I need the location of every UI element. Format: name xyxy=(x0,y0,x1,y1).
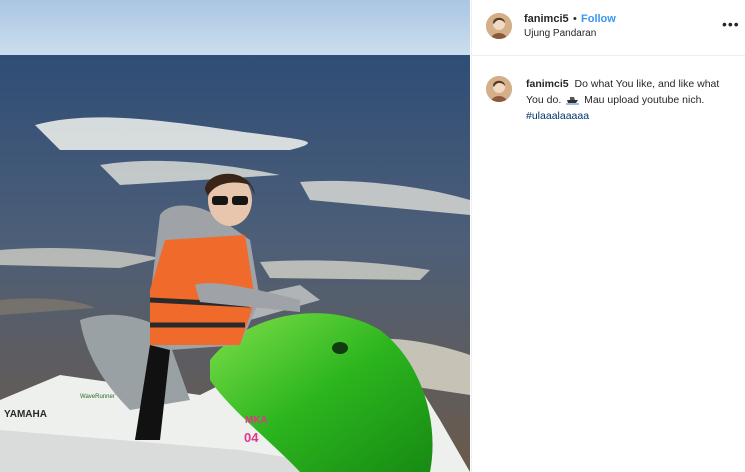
speedboat-emoji-icon xyxy=(566,97,580,105)
caption-username[interactable]: fanimci5 xyxy=(526,78,569,90)
caption-body-end: Mau upload youtube nich. xyxy=(584,94,705,106)
post-header: fanimci5 • Follow Ujung Pandaran ••• xyxy=(472,0,745,56)
more-options-icon[interactable]: ••• xyxy=(722,16,740,32)
jetski-photo-illustration: YAMAHA WaveRunner MKA 04 xyxy=(0,0,470,472)
separator-dot: • xyxy=(573,13,577,25)
jetski-number-bottom: 04 xyxy=(244,430,259,445)
avatar[interactable] xyxy=(486,13,512,39)
jetski-brand-text: YAMAHA xyxy=(4,409,47,420)
jetski-model-text: WaveRunner xyxy=(80,394,115,400)
post-username[interactable]: fanimci5 xyxy=(524,13,569,25)
avatar-image-icon xyxy=(486,13,512,39)
hashtag-link[interactable]: #ulaaalaaaaa xyxy=(526,110,589,122)
follow-button[interactable]: Follow xyxy=(581,13,616,25)
caption-avatar[interactable] xyxy=(486,76,512,102)
post-side-panel: fanimci5 • Follow Ujung Pandaran ••• fan… xyxy=(471,0,745,472)
caption-text: fanimci5 Do what You like, and like what… xyxy=(526,76,734,124)
jetski-number-top: MKA xyxy=(245,415,268,426)
post-location[interactable]: Ujung Pandaran xyxy=(524,28,596,39)
post-photo[interactable]: YAMAHA WaveRunner MKA 04 xyxy=(0,0,470,472)
avatar-image-icon xyxy=(486,76,512,102)
